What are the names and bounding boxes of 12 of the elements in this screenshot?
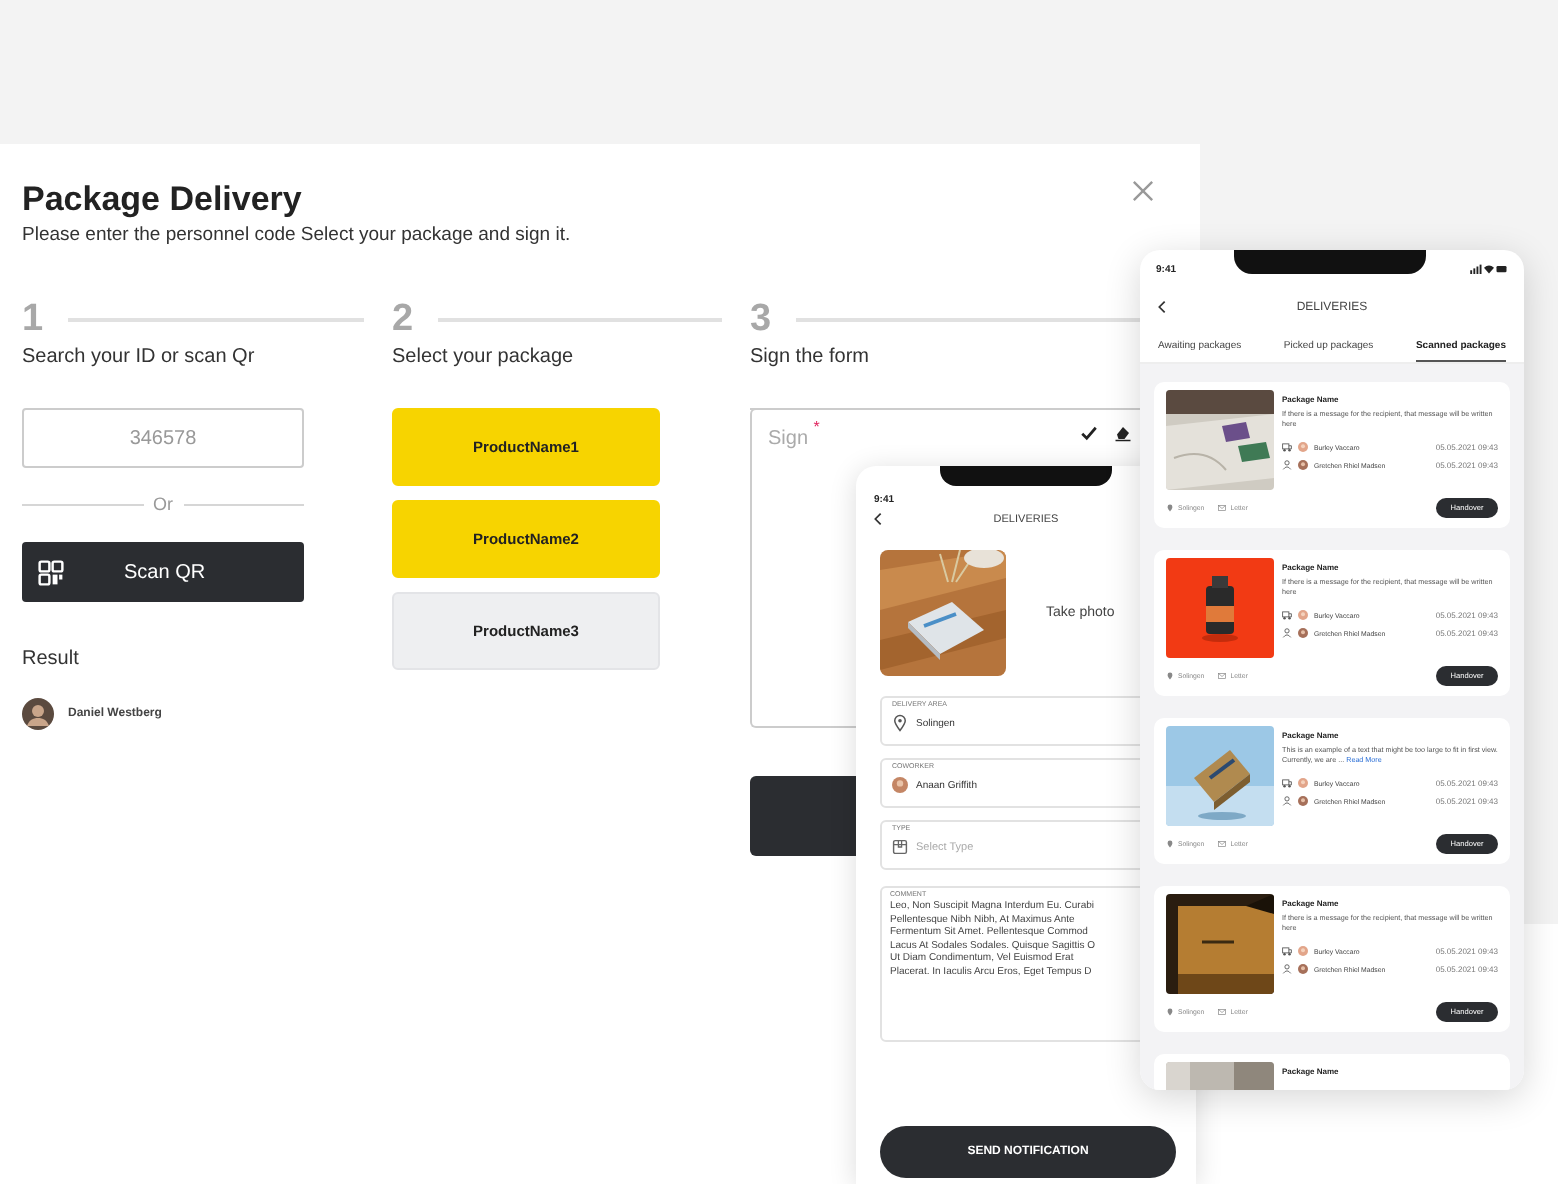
dialog-title: Package Delivery bbox=[22, 178, 302, 222]
scan-qr-button[interactable]: Scan QR bbox=[22, 542, 304, 602]
id-field[interactable]: 346578 bbox=[22, 408, 304, 468]
step-number: 3 bbox=[750, 298, 772, 342]
result-label: Result bbox=[22, 648, 81, 670]
step-label: Sign the form bbox=[750, 346, 871, 368]
or-divider-text: Or bbox=[153, 494, 173, 514]
step-number: 1 bbox=[22, 298, 44, 342]
dialog-subtitle: Please enter the personnel code Select your package and sign it. bbox=[22, 224, 573, 246]
step-number: 2 bbox=[392, 298, 414, 342]
step-label: Select your package bbox=[392, 346, 576, 368]
step-label: Search your ID or scan Qr bbox=[22, 346, 257, 368]
